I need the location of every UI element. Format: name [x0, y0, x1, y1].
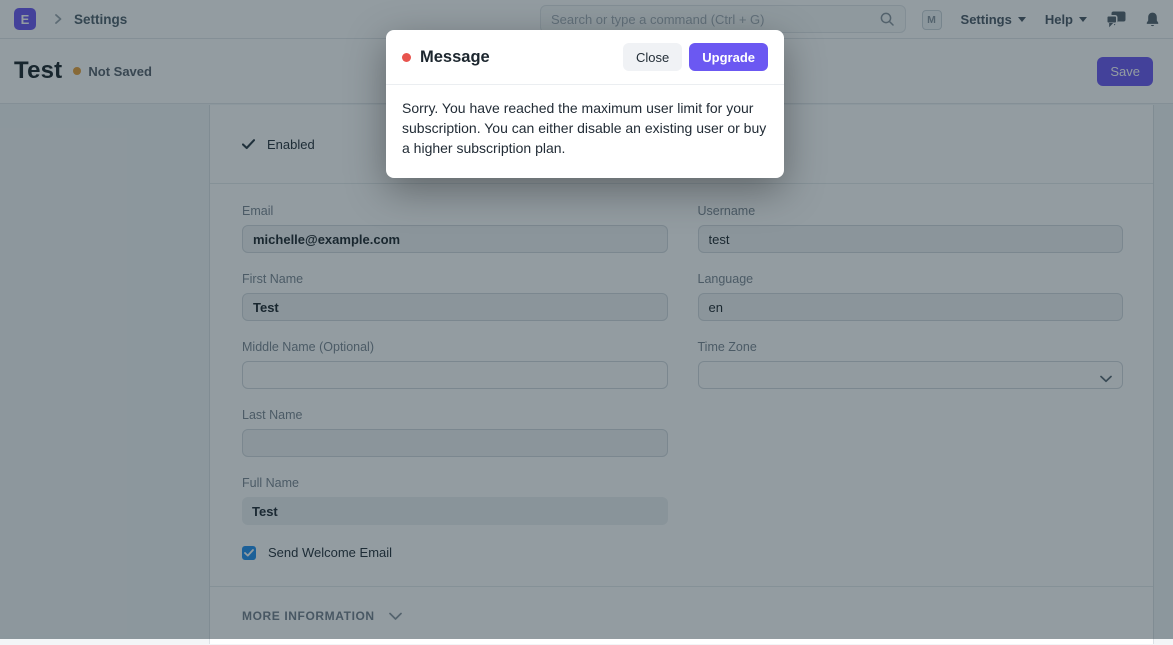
message-indicator-dot-icon	[402, 53, 411, 62]
message-dialog-body: Sorry. You have reached the maximum user…	[386, 85, 784, 178]
message-dialog: Message Close Upgrade Sorry. You have re…	[386, 30, 784, 178]
upgrade-button[interactable]: Upgrade	[689, 43, 768, 71]
message-dialog-title: Message	[420, 48, 623, 67]
message-dialog-header: Message Close Upgrade	[386, 30, 784, 85]
close-button[interactable]: Close	[623, 43, 682, 71]
